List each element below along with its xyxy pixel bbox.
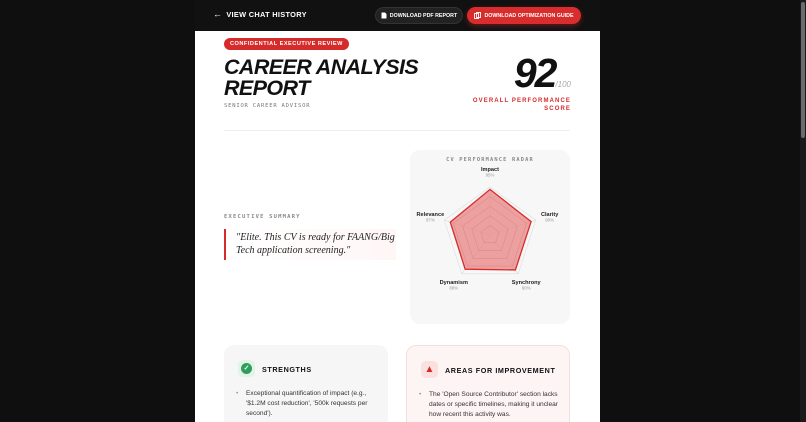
- bullet-icon: •: [236, 390, 239, 397]
- score-label: OVERALL PERFORMANCE SCORE: [472, 98, 571, 112]
- arrow-left-icon: ←: [213, 9, 223, 19]
- page-subtitle: SENIOR CAREER ADVISOR: [224, 103, 311, 109]
- page-title: CAREER ANALYSIS REPORT: [224, 55, 419, 100]
- download-guide-label: DOWNLOAD OPTIMIZATION GUIDE: [484, 12, 574, 19]
- radar-chart: Impact95%Clarity90%Synchrony90%Dynamism8…: [417, 167, 560, 290]
- strengths-title: STRENGTHS: [262, 365, 312, 374]
- radar-data-polygon: [449, 188, 532, 271]
- view-chat-history-label: VIEW CHAT HISTORY: [226, 10, 307, 19]
- improvement-item-text: The 'Open Source Contributor' section la…: [429, 391, 558, 418]
- radar-axis-value: 95%: [486, 173, 495, 178]
- executive-summary-label: EXECUTIVE SUMMARY: [224, 214, 301, 220]
- strengths-card: ✓ STRENGTHS • Exceptional quantification…: [224, 345, 388, 422]
- radar-axis-value: 90%: [545, 218, 554, 223]
- score-max: /100: [555, 80, 571, 89]
- divider: [224, 130, 570, 131]
- document-icon: [381, 12, 387, 19]
- executive-summary-quote: "Elite. This CV is ready for FAANG/Big T…: [224, 229, 396, 260]
- scrollbar-thumb[interactable]: [801, 2, 805, 138]
- report-page: CONFIDENTIAL EXECUTIVE REVIEW CAREER ANA…: [195, 31, 600, 422]
- improvements-title: AREAS FOR IMPROVEMENT: [445, 366, 556, 375]
- scrollbar[interactable]: [800, 0, 806, 422]
- copy-icon: [474, 12, 482, 19]
- score-display: 92/100: [513, 50, 571, 96]
- radar-axis-value: 88%: [449, 285, 458, 290]
- top-bar: ← VIEW CHAT HISTORY DOWNLOAD PDF REPORT …: [195, 0, 600, 31]
- radar-card: CV PERFORMANCE RADAR Impact 95% Clarity 90%…: [410, 150, 570, 324]
- improvements-card: ▲ AREAS FOR IMPROVEMENT • The 'Open Sour…: [406, 345, 570, 422]
- radar-axis-value: 87%: [426, 218, 435, 223]
- right-backdrop: [600, 0, 806, 422]
- download-guide-button[interactable]: DOWNLOAD OPTIMIZATION GUIDE: [467, 7, 581, 24]
- left-backdrop: [0, 0, 195, 422]
- strength-item: • Exceptional quantification of impact (…: [236, 389, 376, 419]
- warning-icon: ▲: [421, 361, 438, 378]
- strength-item-text: Exceptional quantification of impact (e.…: [246, 390, 368, 417]
- score-value: 92: [513, 50, 558, 96]
- bullet-icon: •: [419, 391, 422, 398]
- check-icon: ✓: [238, 360, 255, 377]
- download-pdf-button[interactable]: DOWNLOAD PDF REPORT: [375, 7, 463, 24]
- confidential-badge: CONFIDENTIAL EXECUTIVE REVIEW: [224, 38, 349, 50]
- view-chat-history-link[interactable]: ← VIEW CHAT HISTORY: [213, 9, 307, 20]
- improvement-item: • The 'Open Source Contributor' section …: [419, 390, 559, 420]
- download-pdf-label: DOWNLOAD PDF REPORT: [389, 12, 458, 19]
- radar-axis-value: 90%: [522, 285, 531, 290]
